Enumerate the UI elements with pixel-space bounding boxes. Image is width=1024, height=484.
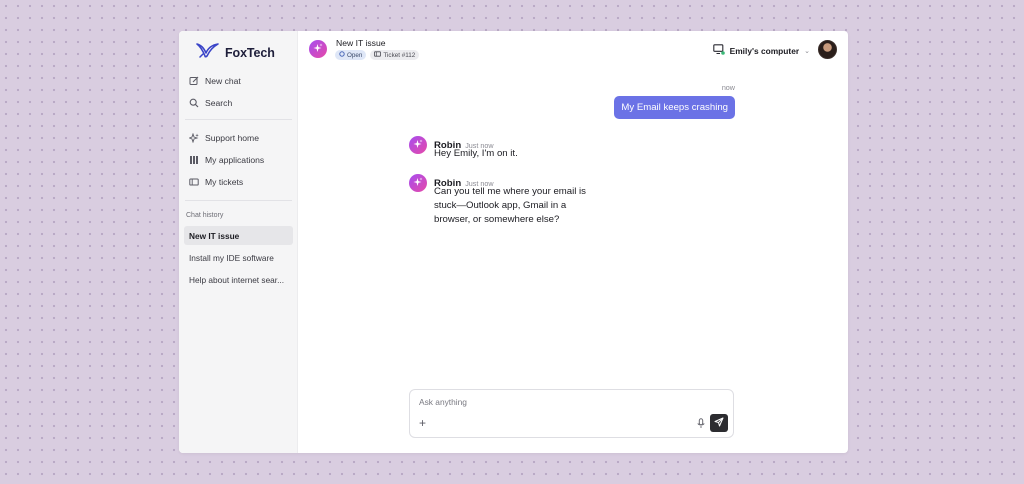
send-icon: [714, 414, 724, 432]
sidebar-item-label: My applications: [205, 155, 265, 165]
microphone-icon[interactable]: [696, 418, 706, 429]
monitor-icon: [712, 44, 725, 57]
bird-logo-icon: [196, 42, 220, 63]
sidebar-item-support-home[interactable]: Support home: [185, 128, 292, 148]
message-input[interactable]: [419, 397, 679, 407]
history-item-label: Install my IDE software: [189, 252, 274, 263]
message-timestamp: now: [721, 83, 735, 92]
sidebar-item-label: New chat: [205, 76, 241, 86]
sparkle-icon: [413, 136, 423, 154]
history-item-new-it-issue[interactable]: New IT issue: [184, 226, 293, 245]
history-item-label: Help about internet sear...: [189, 274, 285, 285]
ticket-icon: [374, 51, 382, 59]
sidebar-item-new-chat[interactable]: New chat: [185, 71, 292, 91]
assistant-avatar: [409, 136, 427, 154]
status-badge-label: Open: [347, 51, 363, 59]
app-window: FoxTech New chat Search Support home My …: [179, 31, 848, 453]
edit-icon: [189, 76, 199, 86]
chevron-down-icon: ⌄: [804, 47, 810, 55]
header-badges: Open Ticket #112: [335, 50, 420, 60]
sparkle-icon: [413, 174, 423, 192]
ticket-icon: [189, 177, 199, 187]
search-icon: [189, 98, 199, 108]
conversation-title: New IT issue: [336, 38, 386, 48]
user-avatar[interactable]: [818, 40, 837, 59]
sidebar-item-my-applications[interactable]: My applications: [185, 150, 292, 170]
plus-icon[interactable]: +: [419, 417, 426, 429]
sidebar-item-search[interactable]: Search: [185, 93, 292, 113]
history-item-label: New IT issue: [189, 230, 240, 241]
chat-history-heading: Chat history: [186, 212, 224, 219]
history-item-internet-search[interactable]: Help about internet sear...: [184, 270, 293, 289]
assistant-avatar: [409, 174, 427, 192]
message-text: Hey Emily, I'm on it.: [434, 148, 518, 159]
status-dot-icon: [339, 51, 345, 59]
send-button[interactable]: [710, 414, 728, 432]
sparkle-icon: [189, 133, 199, 143]
assistant-avatar: [309, 40, 327, 58]
status-badge: Open: [335, 50, 367, 60]
sparkle-icon: [313, 40, 323, 58]
user-message-bubble: My Email keeps crashing: [614, 96, 735, 119]
chat-panel: New IT issue Open Ticket #112 Emily's co…: [298, 31, 848, 453]
sidebar-item-my-tickets[interactable]: My tickets: [185, 172, 292, 192]
ticket-badge-label: Ticket #112: [383, 51, 416, 59]
sidebar-item-label: Search: [205, 98, 233, 108]
sidebar-divider: [185, 119, 292, 120]
sidebar-item-label: Support home: [205, 133, 259, 143]
sidebar-divider: [185, 200, 292, 201]
message-composer: +: [409, 389, 734, 438]
sidebar-item-label: My tickets: [205, 177, 244, 187]
computer-selector[interactable]: Emily's computer ⌄: [712, 44, 810, 57]
brand-logo[interactable]: FoxTech: [196, 42, 275, 63]
computer-label: Emily's computer: [729, 45, 800, 56]
sidebar: FoxTech New chat Search Support home My …: [179, 31, 298, 453]
history-item-install-ide[interactable]: Install my IDE software: [184, 248, 293, 267]
ticket-badge[interactable]: Ticket #112: [370, 50, 420, 60]
message-text: Can you tell me where your email is stuc…: [434, 186, 586, 225]
grid-icon: [189, 155, 199, 165]
brand-name: FoxTech: [225, 45, 275, 60]
